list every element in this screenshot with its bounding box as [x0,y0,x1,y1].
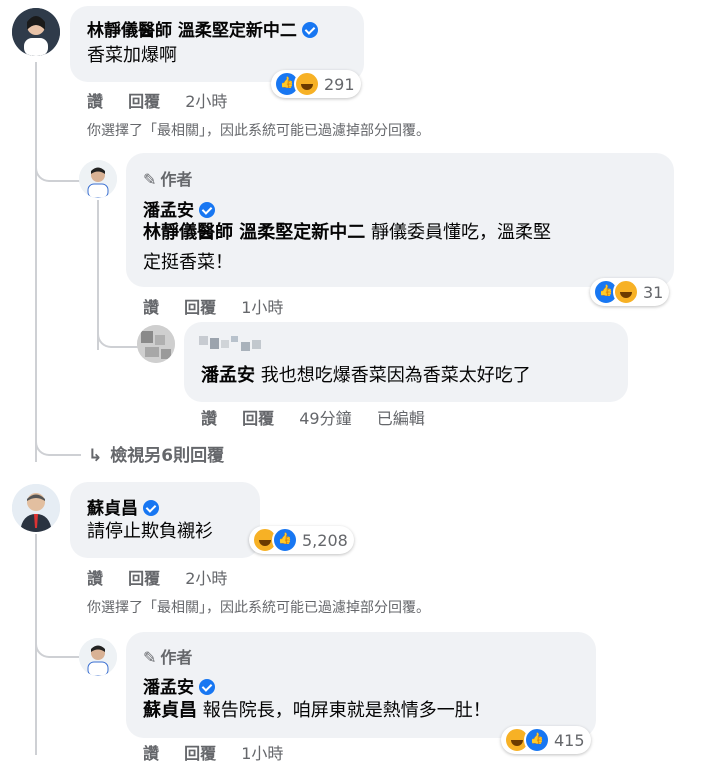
reaction-summary[interactable]: 5,208 [249,526,354,554]
comment-text: 香菜加爆啊 [87,45,177,66]
reply-button[interactable]: 回覆 [184,298,216,317]
thread-elbow-2 [97,300,139,348]
reaction-count: 291 [324,74,355,94]
pen-icon: ✎ [143,170,157,189]
like-reaction-icon [524,727,550,753]
avatar[interactable] [137,325,175,363]
author-badge: ✎ 作者 [143,648,193,667]
reaction-count: 5,208 [302,530,348,550]
timestamp[interactable]: 2小時 [185,569,227,588]
filter-note: 你選擇了「最相關」，因此系統可能已過濾掉部分回覆。 [87,123,430,139]
reply-arrow-icon: ↳ [88,446,103,466]
reaction-count: 415 [554,730,585,750]
like-button[interactable]: 讚 [87,92,103,111]
comment-actions: 讚 回覆 2小時 [87,88,247,112]
thread-elbow-4 [35,630,81,658]
comment-text: 潘孟安 我也想吃爆香菜因為香菜太好吃了 [201,365,531,386]
comment-actions: 讚 回覆 2小時 [87,565,247,589]
comment-text: 請停止欺負襯衫 [87,521,213,542]
like-button[interactable]: 讚 [143,298,159,317]
filter-note: 你選擇了「最相關」，因此系統可能已過濾掉部分回覆。 [87,600,430,616]
comment-author[interactable]: 林靜儀醫師 溫柔堅定新中二 [87,16,318,41]
reaction-summary[interactable]: 291 [271,70,361,98]
edited-label[interactable]: 已編輯 [377,409,425,428]
avatar[interactable] [12,484,60,532]
mention-tag[interactable]: 林靜儀醫師 溫柔堅定新中二 [143,222,365,243]
pen-icon: ✎ [143,648,157,667]
verified-icon [199,679,215,695]
verified-icon [301,22,318,38]
comment-author[interactable]: 蘇貞昌 [87,494,159,519]
comment-actions: 讚 回覆 49分鐘 已編輯 [201,405,445,429]
thread-elbow-3 [35,420,81,456]
timestamp[interactable]: 1小時 [241,298,283,317]
comment-text: 蘇貞昌 報告院長，咱屏東就是熱情多一肚！ [143,700,491,721]
reply-button[interactable]: 回覆 [128,569,160,588]
thread-elbow-1 [35,160,81,182]
comment-actions: 讚 回覆 1小時 [143,740,303,764]
haha-reaction-icon [294,71,320,97]
thread-line-1 [35,62,37,462]
avatar[interactable] [79,638,117,676]
avatar[interactable] [79,160,117,198]
blurred-author-name [199,332,269,358]
like-button[interactable]: 讚 [87,569,103,588]
reaction-count: 31 [643,282,664,302]
timestamp[interactable]: 1小時 [241,744,283,763]
author-badge: ✎ 作者 [143,170,193,189]
like-button[interactable]: 讚 [201,409,217,428]
comment-actions: 讚 回覆 1小時 [143,294,303,318]
reply-button[interactable]: 回覆 [242,409,274,428]
avatar[interactable] [12,8,60,56]
comment-text: 林靜儀醫師 溫柔堅定新中二 靜儀委員懂吃，溫柔堅 定挺香菜！ [143,222,551,273]
timestamp[interactable]: 49分鐘 [299,409,351,428]
mention-tag[interactable]: 蘇貞昌 [143,700,197,721]
like-reaction-icon [272,527,298,553]
mention-tag[interactable]: 潘孟安 [201,365,255,386]
verified-icon [143,500,159,516]
reply-button[interactable]: 回覆 [128,92,160,111]
reply-button[interactable]: 回覆 [184,744,216,763]
reaction-summary[interactable]: 31 [590,278,670,306]
verified-icon [199,202,215,218]
like-button[interactable]: 讚 [143,744,159,763]
view-more-replies[interactable]: ↳ 檢視另6則回覆 [88,441,224,466]
reaction-summary[interactable]: 415 [501,726,591,754]
timestamp[interactable]: 2小時 [185,92,227,111]
comment-author[interactable]: 潘孟安 [143,673,215,698]
haha-reaction-icon [613,279,639,305]
